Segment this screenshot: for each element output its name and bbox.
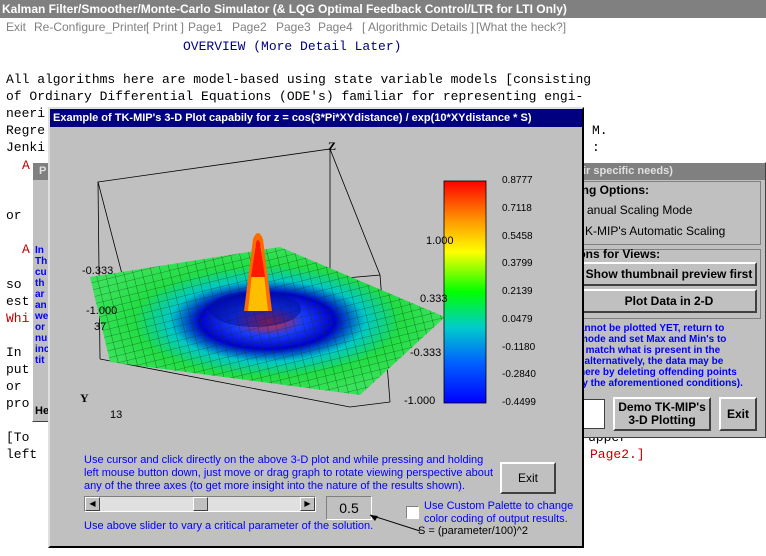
tick-label: 1.000: [426, 235, 454, 247]
tick-label: 0.333: [420, 293, 448, 305]
doc-frag: A: [22, 158, 30, 173]
colorbar-tick-label: 0.7118: [502, 202, 532, 214]
doc-frag: est: [6, 294, 30, 309]
colorbar: [443, 180, 487, 404]
doc-frag: so: [6, 277, 22, 292]
manual-scaling-option[interactable]: anual Scaling Mode: [587, 203, 692, 217]
colorbar-tick-label: -0.2840: [502, 369, 536, 381]
parameter-value-field: 0.5: [326, 496, 372, 520]
slider-hint: Use above slider to vary a critical para…: [84, 520, 374, 532]
colorbar-tick-label: -0.1180: [502, 341, 536, 353]
menu-reconfigure-printer[interactable]: Re-Configure_Printer: [34, 18, 147, 36]
menu-print[interactable]: [ Print ]: [146, 18, 184, 36]
menu-exit[interactable]: Exit: [6, 18, 26, 36]
tick-label: -1.000: [404, 395, 436, 407]
warning-line: annot be plotted YET, return to: [579, 323, 725, 334]
tick-label: -0.333: [82, 265, 114, 277]
auto-scaling-option[interactable]: K-MIP's Automatic Scaling: [585, 224, 725, 238]
warning-line: , alternatively, the data may be: [579, 356, 724, 367]
tick-label: -1.000: [86, 305, 118, 317]
colorbar-tick-label: 0.8777: [502, 175, 533, 186]
menu-what-the-heck[interactable]: [What the heck?]: [476, 18, 566, 36]
menu-page1[interactable]: Page1: [188, 18, 223, 36]
overview-heading: OVERVIEW (More Detail Later): [183, 39, 402, 54]
warning-line: fy the aforementioned conditions).: [579, 378, 743, 389]
doc-line-5: Jenki: [6, 140, 46, 155]
demo-button-line2: 3-D Plotting: [628, 413, 696, 427]
axis-z-label: Z: [328, 139, 337, 153]
plot-instructions: Use cursor and click directly on the abo…: [84, 454, 494, 492]
doc-frag: [To: [6, 430, 30, 445]
menu-bar: Exit Re-Configure_Printer [ Print ] Page…: [0, 18, 766, 36]
doc-right-fragment: M.: [592, 123, 608, 138]
doc-frag: left: [6, 447, 38, 462]
views-group-label: ions for Views:: [575, 247, 661, 261]
parameter-formula: S = (parameter/100)^2: [418, 525, 529, 537]
behind-dialog-bottom-label: He: [35, 405, 50, 417]
tick-label: 37: [94, 321, 107, 333]
doc-right-colon: :: [592, 140, 600, 155]
doc-frag: In: [6, 345, 22, 360]
doc-frag: A: [22, 242, 30, 257]
warning-text: annot be plotted YET, return to mode and…: [579, 323, 743, 389]
doc-line-3: neeri: [6, 106, 46, 121]
doc-frag: put: [6, 362, 30, 377]
parameter-slider[interactable]: ◀ ▶: [84, 496, 316, 512]
warning-line: here by deleting offending points: [579, 367, 737, 378]
doc-right-tail-link[interactable]: Page2.]: [590, 446, 645, 463]
options-dialog: ir specific needs) ling Options: anual S…: [560, 162, 766, 438]
warning-line: mode and set Max and Min's to: [579, 334, 727, 345]
thumbnail-preview-button[interactable]: Show thumbnail preview first: [581, 262, 757, 286]
doc-frag: or: [6, 208, 22, 223]
doc-line-4: Regre: [6, 123, 46, 138]
plot-dialog-title: Example of TK-MIP's 3-D Plot capabily fo…: [50, 109, 582, 127]
plot-2d-button[interactable]: Plot Data in 2-D: [581, 289, 757, 313]
custom-palette-label: Use Custom Palette to change color codin…: [424, 500, 574, 525]
tick-label: 13: [110, 409, 123, 421]
options-blank-field: [581, 399, 605, 429]
doc-line-2: of Ordinary Differential Equations (ODE'…: [6, 89, 584, 104]
slider-thumb[interactable]: [192, 497, 208, 511]
slider-right-arrow[interactable]: ▶: [300, 497, 315, 511]
plot-dialog: Example of TK-MIP's 3-D Plot capabily fo…: [48, 107, 584, 548]
axis-y-label: Y: [80, 391, 89, 405]
colorbar-tick-label: 0.3799: [502, 258, 533, 270]
menu-page2[interactable]: Page2: [232, 18, 267, 36]
plot-exit-button[interactable]: Exit: [500, 462, 556, 494]
menu-page4[interactable]: Page4: [318, 18, 353, 36]
doc-frag: pro: [6, 396, 30, 411]
tick-label: -0.333: [410, 347, 442, 359]
surface-mesh[interactable]: [90, 233, 445, 395]
colorbar-tick-label: 0.5458: [502, 230, 533, 242]
doc-frag: or: [6, 379, 22, 394]
menu-algorithmic-details[interactable]: [ Algorithmic Details ]: [362, 18, 474, 36]
colorbar-tick-label: 0.0479: [502, 313, 533, 325]
colorbar-tick-label: 0.2139: [502, 286, 533, 297]
app-title-bar: Kalman Filter/Smoother/Monte-Carlo Simul…: [0, 0, 766, 18]
options-dialog-title: ir specific needs): [561, 163, 765, 180]
menu-page3[interactable]: Page3: [276, 18, 311, 36]
colorbar-tick-label: -0.4499: [502, 397, 536, 408]
demo-3d-button[interactable]: Demo TK-MIP's 3-D Plotting: [613, 397, 711, 431]
options-exit-button[interactable]: Exit: [719, 397, 757, 431]
scaling-group-label: ling Options:: [575, 183, 649, 197]
warning-line: r match what is present in the: [579, 345, 721, 356]
slider-left-arrow[interactable]: ◀: [85, 497, 100, 511]
doc-line-1: All algorithms here are model-based usin…: [6, 72, 592, 87]
doc-frag: Whi: [6, 311, 30, 326]
